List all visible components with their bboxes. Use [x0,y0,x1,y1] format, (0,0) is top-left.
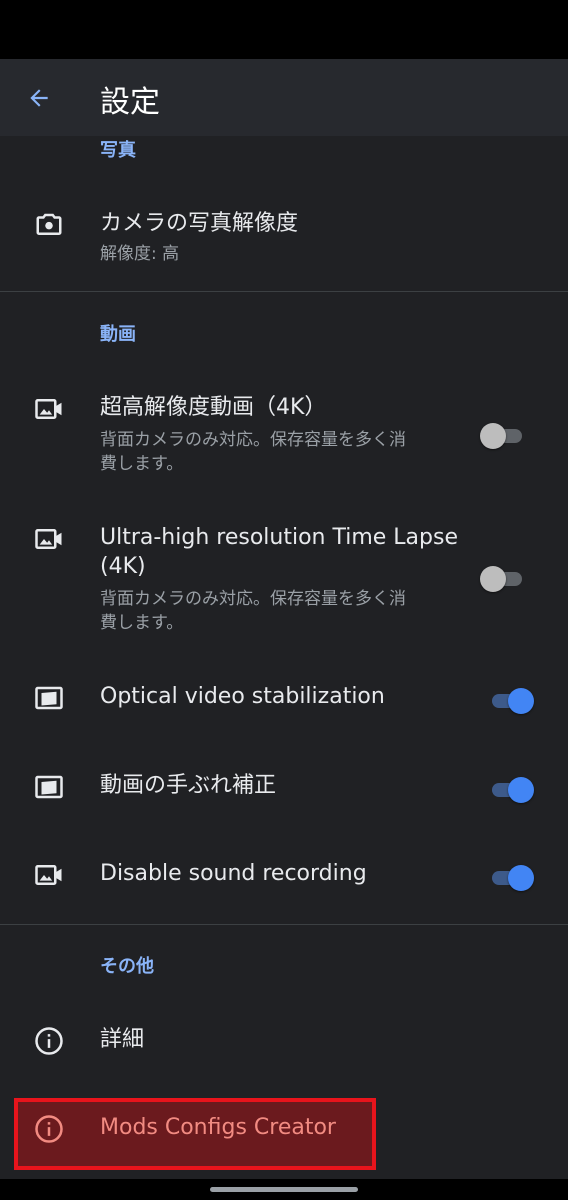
setting-subtitle-line1: 背面カメラのみ対応。保存容量を多く消 [100,589,406,609]
settings-list[interactable]: 写真 カメラの写真解像度 解像度: 高 動画 超高解像度動画（4K） 背面カメラ… [0,136,568,1179]
video-stabilization-toggle[interactable] [488,775,534,805]
back-button[interactable] [24,83,54,113]
setting-title: 超高解像度動画（4K） [100,395,327,420]
setting-mods-configs-creator[interactable]: Mods Configs Creator [0,1102,568,1162]
uhd-video-toggle[interactable] [480,421,526,451]
navigation-bar [0,1179,568,1200]
setting-uhd-video[interactable]: 超高解像度動画（4K） 背面カメラのみ対応。保存容量を多く消 費します。 [0,382,568,482]
setting-optical-stabilization[interactable]: Optical video stabilization [0,671,568,731]
disable-sound-toggle[interactable] [488,863,534,893]
setting-video-stabilization[interactable]: 動画の手ぶれ補正 [0,760,568,820]
screen: 設定 写真 カメラの写真解像度 解像度: 高 動画 超高解像度動画（4K） 背面… [0,0,568,1200]
app-bar: 設定 [0,59,568,136]
divider [0,924,568,925]
setting-title: 動画の手ぶれ補正 [100,773,277,798]
gesture-handle[interactable] [210,1187,358,1192]
uhd-timelapse-toggle[interactable] [480,564,526,594]
setting-uhd-timelapse[interactable]: Ultra-high resolution Time Lapse (4K) 背面… [0,512,568,642]
status-bar [0,0,568,59]
setting-subtitle-line1: 背面カメラのみ対応。保存容量を多く消 [100,430,406,450]
arrow-back-icon [30,89,48,107]
info-icon [34,1114,64,1144]
video-icon [34,524,64,554]
setting-title-line1: Ultra-high resolution Time Lapse [100,525,459,550]
toggle-thumb [508,865,534,891]
toggle-thumb [508,777,534,803]
setting-photo-resolution[interactable]: カメラの写真解像度 解像度: 高 [0,198,568,288]
section-header-photo: 写真 [100,140,136,161]
section-header-video: 動画 [100,324,136,345]
stabilization-icon [34,683,64,713]
section-header-other: その他 [100,956,154,977]
toggle-thumb [508,688,534,714]
setting-title: Mods Configs Creator [100,1115,336,1140]
toggle-thumb [480,423,506,449]
setting-title-line2: (4K) [100,554,146,579]
video-icon [34,860,64,890]
setting-subtitle: 解像度: 高 [100,244,180,264]
optical-stabilization-toggle[interactable] [488,686,534,716]
setting-details[interactable]: 詳細 [0,1014,568,1074]
setting-subtitle-line2: 費します。 [100,613,184,633]
page-title: 設定 [100,85,160,120]
divider [0,291,568,292]
setting-title: 詳細 [100,1027,145,1052]
video-icon [34,394,64,424]
setting-disable-sound[interactable]: Disable sound recording [0,848,568,908]
camera-icon [34,210,64,240]
setting-subtitle-line2: 費します。 [100,454,184,474]
toggle-thumb [480,566,506,592]
setting-title: Disable sound recording [100,861,367,886]
setting-title: Optical video stabilization [100,684,385,709]
info-icon [34,1026,64,1056]
stabilization-icon [34,772,64,802]
setting-title: カメラの写真解像度 [100,211,299,236]
